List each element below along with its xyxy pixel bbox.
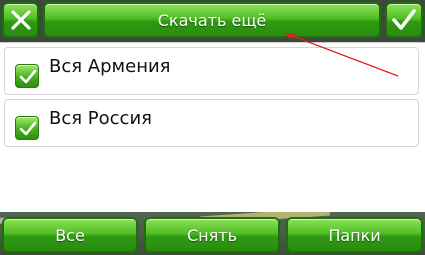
confirm-button[interactable]	[385, 2, 423, 38]
cancel-button[interactable]	[2, 2, 39, 38]
checkbox[interactable]	[15, 116, 39, 140]
deselect-button[interactable]: Снять	[144, 217, 280, 253]
checkmark-icon	[19, 69, 37, 84]
download-more-label: Скачать ещё	[157, 10, 267, 30]
list-item-label: Вся Армения	[49, 56, 171, 77]
deselect-label: Снять	[186, 225, 237, 245]
checkmark-icon	[392, 9, 416, 30]
list-item-label: Вся Россия	[49, 108, 152, 129]
list-item[interactable]: Вся Армения	[4, 47, 419, 95]
close-icon	[10, 10, 31, 30]
select-all-label: Все	[55, 225, 85, 245]
select-all-button[interactable]: Все	[2, 217, 138, 253]
folders-button[interactable]: Папки	[286, 217, 423, 253]
list-item[interactable]: Вся Россия	[4, 99, 419, 147]
download-more-button[interactable]: Скачать ещё	[43, 2, 381, 38]
folders-label: Папки	[328, 225, 381, 245]
checkbox[interactable]	[15, 64, 39, 88]
region-list: Вся Армения Вся Россия	[0, 42, 425, 212]
checkmark-icon	[19, 121, 37, 136]
